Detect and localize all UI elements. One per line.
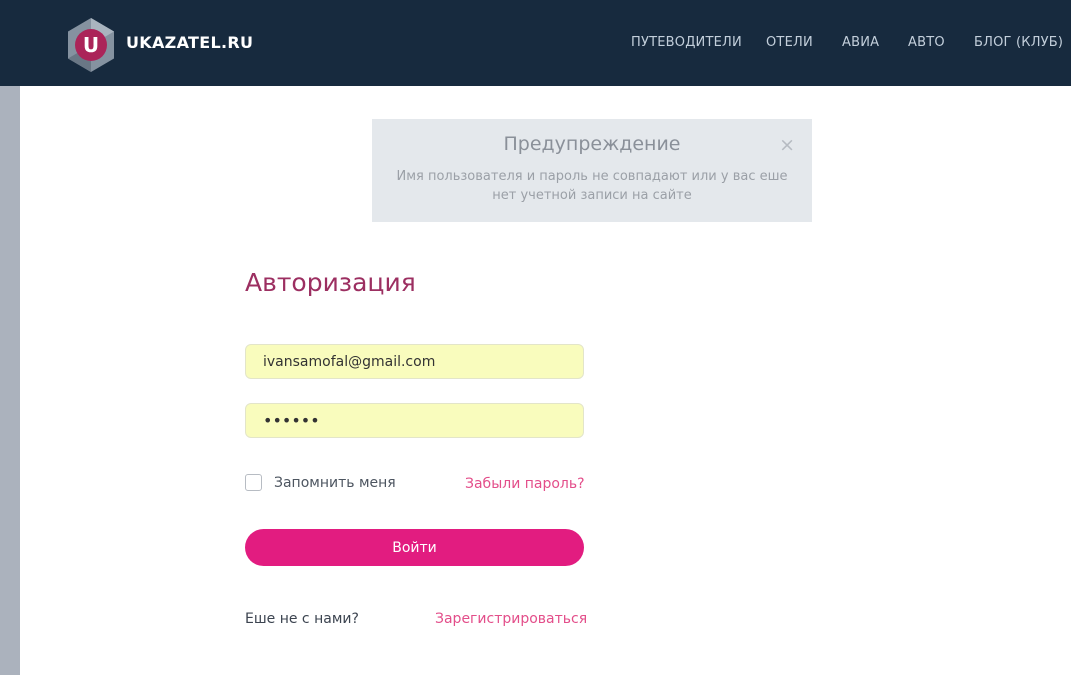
logo-letter: U: [83, 33, 99, 57]
email-field[interactable]: [245, 344, 584, 379]
register-link[interactable]: Зарегистрироваться: [435, 611, 587, 627]
password-field[interactable]: [245, 403, 584, 438]
nav-hotels[interactable]: ОТЕЛИ: [766, 35, 813, 50]
alert-title: Предупреждение: [503, 133, 681, 155]
site-logo[interactable]: U: [62, 16, 120, 74]
nav-blog[interactable]: БЛОГ (КЛУБ): [974, 35, 1063, 50]
nav-guides[interactable]: ПУТЕВОДИТЕЛИ: [631, 35, 742, 50]
remember-label[interactable]: Запомнить меня: [274, 475, 396, 491]
login-button[interactable]: Войти: [245, 529, 584, 566]
nav-auto[interactable]: АВТО: [908, 35, 945, 50]
remember-checkbox[interactable]: [245, 474, 262, 491]
alert-message: Имя пользователя и пароль не совпадают и…: [396, 169, 788, 203]
warning-alert: Предупреждение × Имя пользователя и паро…: [372, 119, 812, 222]
brand-name[interactable]: UKAZATEL.RU: [126, 33, 253, 52]
left-scroll-bar: [0, 86, 20, 675]
forgot-password-link[interactable]: Забыли пароль?: [465, 476, 585, 492]
close-icon[interactable]: ×: [779, 134, 795, 156]
page-title: Авторизация: [245, 268, 416, 297]
nav-avia[interactable]: АВИА: [842, 35, 879, 50]
top-header: U UKAZATEL.RU ПУТЕВОДИТЕЛИ ОТЕЛИ АВИА АВ…: [0, 0, 1071, 86]
signup-prompt: Еше не с нами?: [245, 611, 359, 627]
